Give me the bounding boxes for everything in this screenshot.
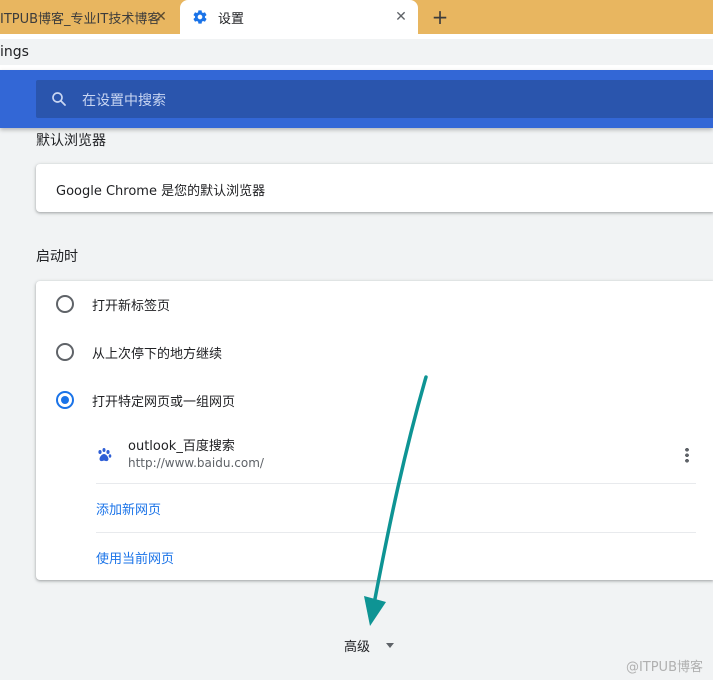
startup-page-name: outlook_百度搜索 [128,439,235,454]
address-bar[interactable]: ings [0,39,713,65]
more-vert-icon [685,447,689,463]
radio-specific-pages[interactable]: 打开特定网页或一组网页 [56,388,235,412]
section-title-default-browser: 默认浏览器 [36,133,106,149]
divider [96,532,696,533]
tab-settings[interactable]: 设置 ✕ [180,0,418,34]
use-current-pages-link[interactable]: 使用当前网页 [96,548,174,567]
chevron-down-icon [386,643,395,648]
default-browser-status: Google Chrome 是您的默认浏览器 [56,184,266,199]
advanced-toggle[interactable]: 高级 [344,636,395,655]
baidu-paw-icon [98,448,112,462]
radio-continue[interactable]: 从上次停下的地方继续 [56,340,222,364]
add-new-page-link[interactable]: 添加新网页 [96,499,161,518]
more-options-button[interactable] [675,443,699,467]
toolbar: ings [0,34,713,70]
close-icon[interactable]: ✕ [392,8,410,26]
startup-page-url: http://www.baidu.com/ [128,456,264,470]
default-browser-card: Google Chrome 是您的默认浏览器 [36,164,713,212]
tab-title: ITPUB博客_专业IT技术博客 [0,11,161,27]
radio-button[interactable] [56,295,74,313]
watermark: @ITPUB博客 [625,660,703,675]
search-input[interactable]: 在设置中搜索 [36,80,713,118]
tab-strip: ITPUB博客_专业IT技术博客 ✕ 设置 ✕ + [0,0,713,34]
radio-label: 打开特定网页或一组网页 [92,394,236,410]
settings-header: 在设置中搜索 [0,70,713,128]
close-icon[interactable]: ✕ [152,8,170,26]
radio-new-tab[interactable]: 打开新标签页 [56,292,170,316]
tab-itpub[interactable]: ITPUB博客_专业IT技术博客 ✕ [0,0,178,34]
advanced-label: 高级 [344,640,371,655]
new-tab-button[interactable]: + [428,5,452,29]
radio-label: 打开新标签页 [92,298,171,314]
startup-page-entry: outlook_百度搜索 http://www.baidu.com/ [96,433,696,477]
radio-label: 从上次停下的地方继续 [92,346,223,362]
section-title-startup: 启动时 [36,249,78,265]
tab-title: 设置 [218,11,245,27]
search-placeholder: 在设置中搜索 [82,93,166,109]
gear-icon [193,10,207,24]
radio-button[interactable] [56,343,74,361]
divider [96,483,696,484]
startup-card: 打开新标签页 从上次停下的地方继续 打开特定网页或一组网页 outlook_百度… [36,281,713,580]
radio-button-checked[interactable] [56,391,74,409]
address-url: ings [0,44,29,60]
search-icon [52,92,66,106]
